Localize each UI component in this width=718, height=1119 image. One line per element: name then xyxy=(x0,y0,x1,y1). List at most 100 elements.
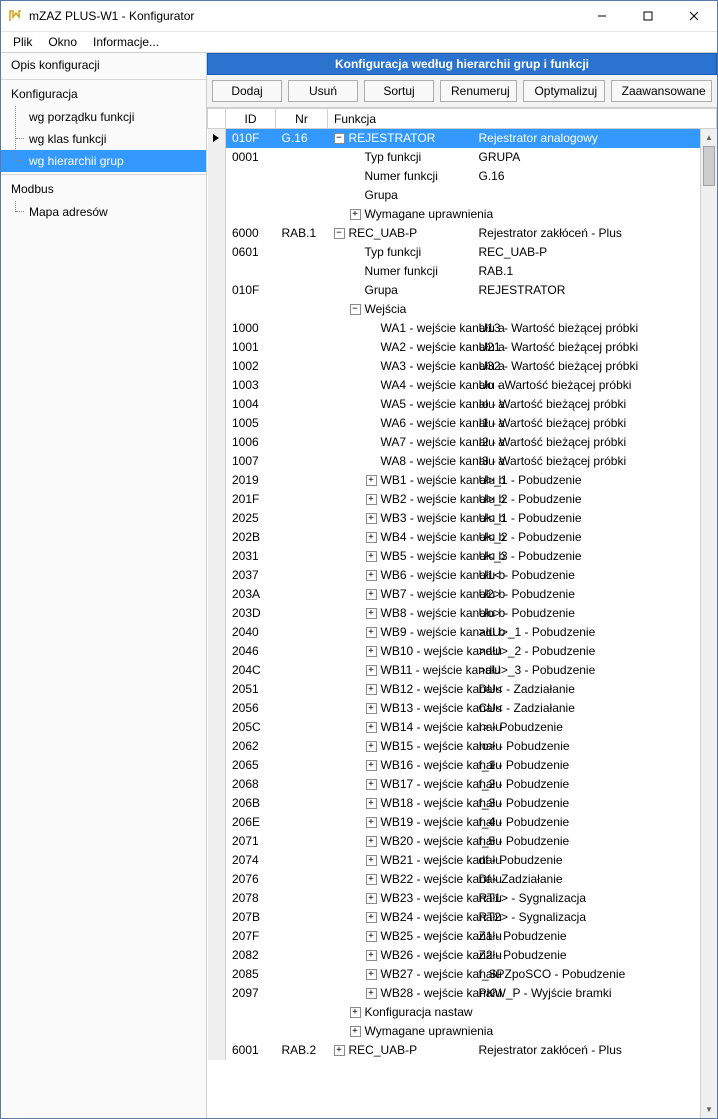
expand-icon[interactable]: + xyxy=(366,931,377,942)
sidebar-opis[interactable]: Opis konfiguracji xyxy=(1,53,206,77)
table-row[interactable]: 2078+WB23 - wejście kanałuRT1> - Sygnali… xyxy=(208,889,717,908)
table-row[interactable]: 1002WA3 - wejście kanału aU32 - Wartość … xyxy=(208,357,717,376)
expand-icon[interactable]: + xyxy=(366,646,377,657)
expand-icon[interactable]: + xyxy=(366,779,377,790)
expand-icon[interactable]: + xyxy=(366,760,377,771)
expand-icon[interactable]: + xyxy=(366,589,377,600)
table-row[interactable]: 2068+WB17 - wejście kanałuf_2 - Pobudzen… xyxy=(208,775,717,794)
table-row[interactable]: 2082+WB26 - wejście kanałuZ2 - Pobudzeni… xyxy=(208,946,717,965)
table-row[interactable]: +Wymagane uprawnienia xyxy=(208,1022,717,1041)
table-row[interactable]: −Wejścia xyxy=(208,300,717,319)
collapse-icon[interactable]: − xyxy=(350,304,361,315)
dodaj-button[interactable]: Dodaj xyxy=(212,80,282,102)
scroll-up-icon[interactable]: ▲ xyxy=(701,129,717,146)
table-row[interactable]: 2051+WB12 - wejście kanałuDU< - Zadziała… xyxy=(208,680,717,699)
table-row[interactable]: 203D+WB8 - wejście kanału bUo> - Pobudze… xyxy=(208,604,717,623)
expand-icon[interactable]: + xyxy=(366,817,377,828)
expand-icon[interactable]: + xyxy=(350,1007,361,1018)
expand-icon[interactable]: + xyxy=(366,798,377,809)
expand-icon[interactable]: + xyxy=(366,532,377,543)
expand-icon[interactable]: + xyxy=(366,969,377,980)
table-row[interactable]: 1001WA2 - wejście kanału aU21 - Wartość … xyxy=(208,338,717,357)
table-row[interactable]: 2074+WB21 - wejście kanałudf - Pobudzeni… xyxy=(208,851,717,870)
col-id[interactable]: ID xyxy=(226,109,276,129)
collapse-icon[interactable]: − xyxy=(334,228,345,239)
scroll-down-icon[interactable]: ▼ xyxy=(701,1101,717,1118)
table-row[interactable]: 204C+WB11 - wejście kanału>dU>_3 - Pobud… xyxy=(208,661,717,680)
sidebar-konfiguracja[interactable]: Konfiguracja xyxy=(1,82,206,106)
table-row[interactable]: 010FG.16−REJESTRATORRejestrator analogow… xyxy=(208,129,717,148)
optymalizuj-button[interactable]: Optymalizuj xyxy=(523,80,604,102)
vertical-scrollbar[interactable]: ▲ ▼ xyxy=(700,129,717,1118)
table-row[interactable]: 010FGrupaREJESTRATOR xyxy=(208,281,717,300)
expand-icon[interactable]: + xyxy=(366,570,377,581)
table-row[interactable]: 2071+WB20 - wejście kanałuf_5 - Pobudzen… xyxy=(208,832,717,851)
table-row[interactable]: 6000RAB.1−REC_UAB-PRejestrator zakłóceń … xyxy=(208,224,717,243)
table-row[interactable]: 6001RAB.2+REC_UAB-PRejestrator zakłóceń … xyxy=(208,1041,717,1060)
sidebar-wg-klas[interactable]: wg klas funkcji xyxy=(1,128,206,150)
expand-icon[interactable]: + xyxy=(366,988,377,999)
table-row[interactable]: 1004WA5 - wejście kanału aIo - Wartość b… xyxy=(208,395,717,414)
table-row[interactable]: 1007WA8 - wejście kanału aI3 - Wartość b… xyxy=(208,452,717,471)
sidebar-modbus[interactable]: Modbus xyxy=(1,177,206,201)
table-row[interactable]: 2031+WB5 - wejście kanału bU<_3 - Pobudz… xyxy=(208,547,717,566)
table-row[interactable]: 205C+WB14 - wejście kanałuI> - Pobudzeni… xyxy=(208,718,717,737)
expand-icon[interactable]: + xyxy=(366,494,377,505)
expand-icon[interactable]: + xyxy=(366,665,377,676)
table-row[interactable]: 1003WA4 - wejście kanału aUo - Wartość b… xyxy=(208,376,717,395)
expand-icon[interactable]: + xyxy=(366,893,377,904)
table-row[interactable]: 207B+WB24 - wejście kanałuRT2> - Sygnali… xyxy=(208,908,717,927)
expand-icon[interactable]: + xyxy=(366,627,377,638)
menu-informacje[interactable]: Informacje... xyxy=(85,33,167,51)
table-row[interactable]: Numer funkcjiRAB.1 xyxy=(208,262,717,281)
table-row[interactable]: 2025+WB3 - wejście kanału bU<_1 - Pobudz… xyxy=(208,509,717,528)
expand-icon[interactable]: + xyxy=(366,874,377,885)
table-row[interactable]: 203A+WB7 - wejście kanału bU2> - Pobudze… xyxy=(208,585,717,604)
table-row[interactable]: 2097+WB28 - wejście kanałuPKW_P - Wyjści… xyxy=(208,984,717,1003)
table-row[interactable]: Grupa xyxy=(208,186,717,205)
table-row[interactable]: Numer funkcjiG.16 xyxy=(208,167,717,186)
table-row[interactable]: 0601Typ funkcjiREC_UAB-P xyxy=(208,243,717,262)
expand-icon[interactable]: + xyxy=(366,741,377,752)
table-row[interactable]: 1006WA7 - wejście kanału aI2 - Wartość b… xyxy=(208,433,717,452)
table-row[interactable]: 2037+WB6 - wejście kanału bU1< - Pobudze… xyxy=(208,566,717,585)
sidebar-wg-porzadku[interactable]: wg porządku funkcji xyxy=(1,106,206,128)
table-row[interactable]: 2065+WB16 - wejście kanałuf_1 - Pobudzen… xyxy=(208,756,717,775)
expand-icon[interactable]: + xyxy=(334,1045,345,1056)
expand-icon[interactable]: + xyxy=(366,722,377,733)
maximize-button[interactable] xyxy=(625,1,671,31)
col-nr[interactable]: Nr xyxy=(276,109,328,129)
table-row[interactable]: 206B+WB18 - wejście kanałuf_3 - Pobudzen… xyxy=(208,794,717,813)
close-button[interactable] xyxy=(671,1,717,31)
expand-icon[interactable]: + xyxy=(350,209,361,220)
table-row[interactable]: 2046+WB10 - wejście kanału>dU>_2 - Pobud… xyxy=(208,642,717,661)
scroll-thumb[interactable] xyxy=(703,146,715,186)
table-row[interactable]: 1005WA6 - wejście kanału aI1 - Wartość b… xyxy=(208,414,717,433)
menu-plik[interactable]: Plik xyxy=(5,33,40,51)
expand-icon[interactable]: + xyxy=(366,513,377,524)
sidebar-wg-hierarchii[interactable]: wg hierarchii grup xyxy=(1,150,206,172)
table-row[interactable]: 207F+WB25 - wejście kanałuZ1 - Pobudzeni… xyxy=(208,927,717,946)
renumeruj-button[interactable]: Renumeruj xyxy=(440,80,517,102)
sidebar-mapa-adresow[interactable]: Mapa adresów xyxy=(1,201,206,223)
table-row[interactable]: 0001Typ funkcjiGRUPA xyxy=(208,148,717,167)
expand-icon[interactable]: + xyxy=(366,855,377,866)
minimize-button[interactable] xyxy=(579,1,625,31)
expand-icon[interactable]: + xyxy=(366,684,377,695)
expand-icon[interactable]: + xyxy=(366,703,377,714)
col-funkcja[interactable]: Funkcja xyxy=(328,109,717,129)
sortuj-button[interactable]: Sortuj xyxy=(364,80,434,102)
expand-icon[interactable]: + xyxy=(366,950,377,961)
expand-icon[interactable]: + xyxy=(366,551,377,562)
table-row[interactable]: 2076+WB22 - wejście kanałuDf - Zadziałan… xyxy=(208,870,717,889)
col-corner[interactable] xyxy=(208,109,226,129)
expand-icon[interactable]: + xyxy=(366,912,377,923)
expand-icon[interactable]: + xyxy=(350,1026,361,1037)
collapse-icon[interactable]: − xyxy=(334,133,345,144)
table-row[interactable]: 202B+WB4 - wejście kanału bU<_2 - Pobudz… xyxy=(208,528,717,547)
menu-okno[interactable]: Okno xyxy=(40,33,85,51)
table-row[interactable]: +Wymagane uprawnienia xyxy=(208,205,717,224)
expand-icon[interactable]: + xyxy=(366,836,377,847)
table-row[interactable]: 2040+WB9 - wejście kanału b>dU>_1 - Pobu… xyxy=(208,623,717,642)
expand-icon[interactable]: + xyxy=(366,608,377,619)
